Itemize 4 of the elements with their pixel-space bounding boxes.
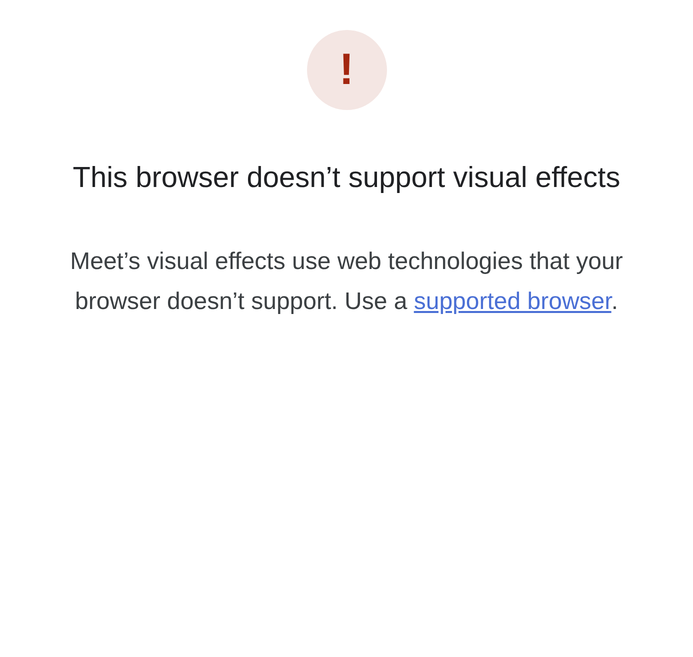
alert-icon: !: [306, 30, 386, 110]
message-text: Meet’s visual effects use web technologies that your browser doesn’t support. Use a supported browser.: [69, 247, 624, 317]
supported-browser-link[interactable]: supported browser: [414, 288, 612, 315]
dialog-title: This browser doesn’t support visual effects: [72, 161, 622, 196]
